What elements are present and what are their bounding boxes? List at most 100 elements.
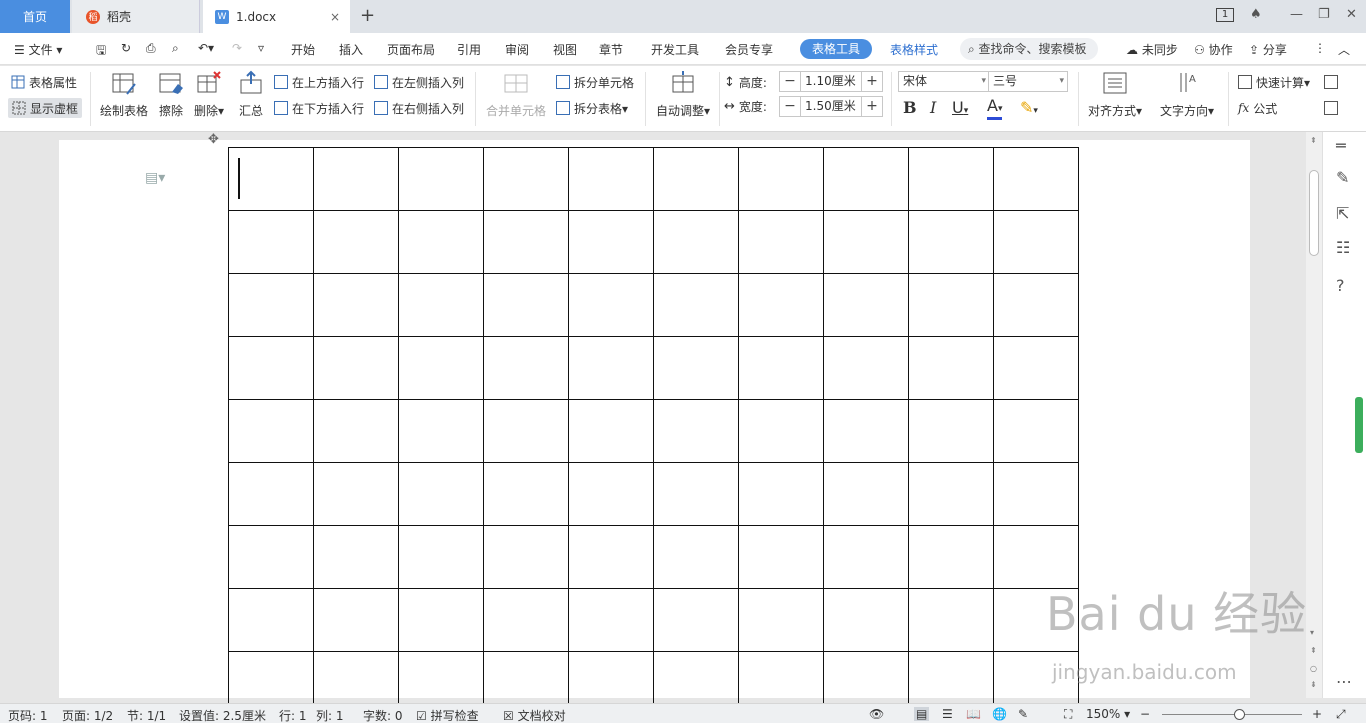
word-count[interactable]: 字数: 0 <box>363 707 403 723</box>
menu-member[interactable]: 会员专享 <box>725 41 773 58</box>
menu-insert[interactable]: 插入 <box>339 41 363 58</box>
select-cursor-icon[interactable]: ⇱ <box>1336 204 1349 223</box>
next-page-icon[interactable]: ⇟ <box>1310 680 1317 689</box>
table-cell[interactable] <box>738 210 824 274</box>
save-icon[interactable]: 🖫 <box>96 41 106 62</box>
table-cell[interactable] <box>568 210 654 274</box>
more-icon[interactable]: ⋮ <box>1314 41 1326 55</box>
highlight-button[interactable]: ✎▾ <box>1020 98 1038 117</box>
italic-button[interactable]: I <box>930 98 936 117</box>
table-cell[interactable] <box>228 462 314 526</box>
tab-daoke[interactable]: 稻 稻壳 <box>72 0 200 33</box>
table-cell[interactable] <box>993 399 1079 463</box>
table-cell[interactable] <box>738 336 824 400</box>
table-cell[interactable] <box>568 336 654 400</box>
table-cell[interactable] <box>483 210 569 274</box>
menu-view[interactable]: 视图 <box>553 41 577 58</box>
table-cell[interactable] <box>823 588 909 652</box>
tab-table-style[interactable]: 表格样式 <box>890 41 938 58</box>
table-cell[interactable] <box>228 588 314 652</box>
table-cell[interactable] <box>908 462 994 526</box>
table-cell[interactable] <box>568 525 654 589</box>
new-tab-button[interactable]: + <box>360 5 375 26</box>
collapse-ribbon-icon[interactable]: ︿ <box>1338 41 1350 58</box>
command-search[interactable]: ⌕ 查找命令、搜索模板 <box>960 38 1098 60</box>
table-cell[interactable] <box>228 210 314 274</box>
insert-row-above-button[interactable]: 在上方插入行 <box>274 72 364 92</box>
menu-reference[interactable]: 引用 <box>457 41 481 58</box>
table-cell[interactable] <box>823 273 909 337</box>
table-cell[interactable] <box>908 588 994 652</box>
collab-button[interactable]: ⚇ 协作 <box>1194 41 1233 58</box>
pen-icon[interactable]: ✎ <box>1336 168 1349 187</box>
ribbon-overflow-1[interactable] <box>1324 72 1338 92</box>
write-mode-icon[interactable]: ✎ <box>1018 707 1028 721</box>
height-value[interactable]: 1.10厘米 <box>801 71 861 92</box>
insert-col-right-button[interactable]: 在右侧插入列 <box>374 98 464 118</box>
font-size-select[interactable]: 三号 <box>988 71 1068 92</box>
table-cell[interactable] <box>483 273 569 337</box>
underline-button[interactable]: U▾ <box>952 98 968 117</box>
spellcheck-button[interactable]: ☑ 拼写检查 <box>416 707 479 723</box>
scroll-down-icon[interactable]: ▾ <box>1310 628 1314 637</box>
draw-table-button[interactable]: 绘制表格 <box>100 70 148 119</box>
font-name-select[interactable]: 宋体 <box>898 71 990 92</box>
web-view-icon[interactable]: 🌐 <box>992 707 1007 721</box>
table-cell[interactable] <box>568 588 654 652</box>
table-cell[interactable] <box>398 336 484 400</box>
quick-access-dropdown-icon[interactable]: ▿ <box>258 41 264 55</box>
print-icon[interactable]: ⎙ <box>146 41 156 56</box>
insert-row-below-button[interactable]: 在下方插入行 <box>274 98 364 118</box>
table-cell[interactable] <box>738 273 824 337</box>
menu-review[interactable]: 审阅 <box>505 41 529 58</box>
table-cell[interactable] <box>228 399 314 463</box>
window-count-badge[interactable]: 1 <box>1216 8 1234 22</box>
more-panel-icon[interactable]: ⋯ <box>1336 672 1352 691</box>
table-cell[interactable] <box>313 147 399 211</box>
table-cell[interactable] <box>653 210 739 274</box>
minimize-button[interactable]: — <box>1290 7 1303 22</box>
undo-icon[interactable]: ↶▾ <box>198 41 214 55</box>
table-cell[interactable] <box>228 273 314 337</box>
erase-button[interactable]: 擦除 <box>158 70 184 119</box>
table-cell[interactable] <box>398 273 484 337</box>
menu-dev-tools[interactable]: 开发工具 <box>651 41 699 58</box>
prev-page-icon[interactable]: ⇞ <box>1310 646 1317 655</box>
menu-chapter[interactable]: 章节 <box>599 41 623 58</box>
sync-status[interactable]: ☁ 未同步 <box>1126 41 1178 58</box>
tab-home[interactable]: 首页 <box>0 0 70 33</box>
col-indicator[interactable]: 列: 1 <box>316 707 344 723</box>
row-height-stepper[interactable]: − 1.10厘米 + <box>779 71 883 92</box>
table-cell[interactable] <box>313 336 399 400</box>
vertical-scrollbar[interactable]: ⇞ ▾ ⇞ ○ ⇟ <box>1306 132 1322 698</box>
setting-value[interactable]: 设置值: 2.5厘米 <box>179 707 266 723</box>
select-browse-icon[interactable]: ○ <box>1310 664 1317 673</box>
table-cell[interactable] <box>823 399 909 463</box>
table-cell[interactable] <box>483 525 569 589</box>
panel-collapse-icon[interactable]: ═ <box>1336 136 1346 155</box>
bold-button[interactable]: B <box>903 98 917 117</box>
table-cell[interactable] <box>313 399 399 463</box>
section-indicator[interactable]: 节: 1/1 <box>127 707 166 723</box>
table-cell[interactable] <box>653 273 739 337</box>
table-cell[interactable] <box>908 525 994 589</box>
fullscreen-icon[interactable]: ⤢ <box>1336 707 1346 722</box>
table-cell[interactable] <box>398 462 484 526</box>
table-cell[interactable] <box>313 273 399 337</box>
table-move-handle-icon[interactable]: ✥ <box>208 132 224 147</box>
fit-page-icon[interactable]: ⛶ <box>1064 707 1072 722</box>
table-cell[interactable] <box>313 210 399 274</box>
table-cell[interactable] <box>653 147 739 211</box>
table-cell[interactable] <box>993 147 1079 211</box>
autofit-button[interactable]: 自动调整▾ <box>656 70 710 119</box>
table-cell[interactable] <box>993 273 1079 337</box>
zoom-out-button[interactable]: − <box>1140 707 1150 721</box>
summary-button[interactable]: 汇总 <box>238 70 264 119</box>
table-cell[interactable] <box>908 210 994 274</box>
table-cell[interactable] <box>823 462 909 526</box>
print-preview-icon[interactable]: ⌕ <box>172 41 179 56</box>
table-cell[interactable] <box>313 588 399 652</box>
table-cell[interactable] <box>908 273 994 337</box>
redo-icon[interactable]: ↷ <box>232 41 242 55</box>
text-direction-button[interactable]: A 文字方向▾ <box>1160 70 1214 119</box>
